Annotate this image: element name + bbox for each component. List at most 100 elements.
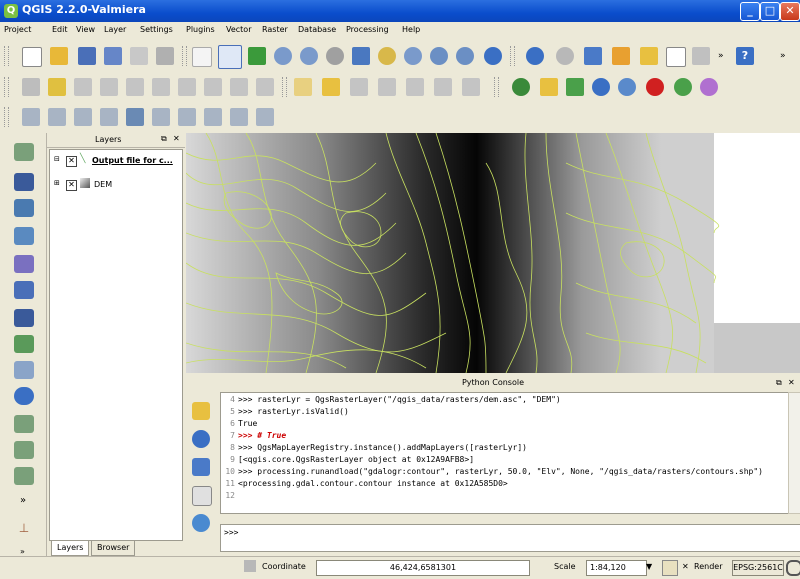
- copy-features-icon[interactable]: [230, 78, 248, 96]
- toolbar-overflow-icon-3[interactable]: »: [20, 495, 26, 506]
- refresh-icon[interactable]: [484, 47, 502, 65]
- raster-tool-8-icon[interactable]: [204, 108, 222, 126]
- zoom-in-icon[interactable]: [274, 47, 292, 65]
- add-wfs-layer-icon[interactable]: [14, 361, 34, 379]
- console-scrollbar[interactable]: [788, 392, 800, 514]
- plugin-tool-icon[interactable]: [540, 78, 558, 96]
- zoom-full-icon[interactable]: [352, 47, 370, 65]
- menu-project[interactable]: Project: [4, 25, 31, 34]
- settings-plugin-icon[interactable]: [674, 78, 692, 96]
- crs-status[interactable]: EPSG:2561C: [732, 560, 784, 576]
- map-canvas[interactable]: [186, 133, 800, 373]
- label-tool-icon[interactable]: [294, 78, 312, 96]
- minimize-button[interactable]: _: [740, 2, 760, 21]
- show-hide-labels-icon[interactable]: [378, 78, 396, 96]
- menu-raster[interactable]: Raster: [262, 25, 288, 34]
- current-edits-icon[interactable]: [22, 78, 40, 96]
- layer-visibility-checkbox[interactable]: ✕: [66, 156, 77, 167]
- expand-icon[interactable]: ⊟: [54, 155, 60, 163]
- menu-view[interactable]: View: [76, 25, 95, 34]
- toolbar-grip[interactable]: [510, 46, 515, 66]
- raster-tool-5-icon[interactable]: [126, 108, 144, 126]
- record-icon[interactable]: [646, 78, 664, 96]
- globe-plugin-icon[interactable]: [512, 78, 530, 96]
- grip-handle-icon[interactable]: ⊥: [14, 521, 34, 539]
- save-project-icon[interactable]: [78, 47, 96, 65]
- add-oracle-layer-icon[interactable]: [14, 281, 34, 299]
- float-panel-icon[interactable]: ⧉: [161, 134, 167, 144]
- deselect-features-icon[interactable]: [612, 47, 630, 65]
- close-button[interactable]: ✕: [780, 2, 800, 21]
- close-panel-icon[interactable]: ✕: [788, 376, 795, 390]
- attribute-table-icon[interactable]: [666, 47, 686, 67]
- add-spatialite-layer-icon[interactable]: [14, 227, 34, 245]
- field-calculator-icon[interactable]: [640, 47, 658, 65]
- menu-edit[interactable]: Edit: [52, 25, 68, 34]
- pin-labels-icon[interactable]: [350, 78, 368, 96]
- zoom-out-icon[interactable]: [300, 47, 318, 65]
- new-project-icon[interactable]: [22, 47, 42, 67]
- python-console-output[interactable]: 4 >>> rasterLyr = QgsRasterLayer("/qgis_d…: [220, 392, 790, 514]
- render-label[interactable]: Render: [694, 562, 722, 571]
- zoom-to-layer-icon[interactable]: [404, 47, 422, 65]
- delete-selected-icon[interactable]: [178, 78, 196, 96]
- menu-help[interactable]: Help: [402, 25, 420, 34]
- run-command-icon[interactable]: [192, 458, 210, 476]
- help-icon[interactable]: ?: [736, 47, 754, 65]
- layer-row[interactable]: ⊞ ✕ DEM: [54, 178, 182, 192]
- menu-settings[interactable]: Settings: [140, 25, 173, 34]
- paste-features-icon[interactable]: [256, 78, 274, 96]
- layer-name[interactable]: DEM: [94, 180, 112, 189]
- zoom-actual-size-icon[interactable]: [326, 47, 344, 65]
- move-label-icon[interactable]: [406, 78, 424, 96]
- menu-layer[interactable]: Layer: [104, 25, 126, 34]
- toolbar-overflow-icon[interactable]: »: [718, 51, 724, 61]
- layer-labeling-icon[interactable]: [322, 78, 340, 96]
- toolbar-grip[interactable]: [494, 77, 499, 97]
- measure-line-icon[interactable]: [692, 47, 710, 65]
- new-spatialite-icon[interactable]: [14, 441, 34, 459]
- render-checkbox-icon[interactable]: ✕: [682, 562, 689, 571]
- toolbar-grip[interactable]: [182, 46, 187, 66]
- scale-dropdown-icon[interactable]: ▼: [646, 562, 652, 571]
- toolbar-grip[interactable]: [282, 77, 287, 97]
- menu-vector[interactable]: Vector: [226, 25, 252, 34]
- rotate-label-icon[interactable]: [434, 78, 452, 96]
- console-settings-icon[interactable]: [192, 514, 210, 532]
- import-class-icon[interactable]: [192, 430, 210, 448]
- zoom-next-icon[interactable]: [456, 47, 474, 65]
- expand-icon[interactable]: ⊞: [54, 179, 60, 187]
- new-print-composer-icon[interactable]: [130, 47, 148, 65]
- menu-plugins[interactable]: Plugins: [186, 25, 215, 34]
- identify-features-icon[interactable]: [526, 47, 544, 65]
- raster-tool-9-icon[interactable]: [230, 108, 248, 126]
- tab-layers[interactable]: Layers: [51, 540, 90, 556]
- raster-tool-10-icon[interactable]: [256, 108, 274, 126]
- float-panel-icon[interactable]: ⧉: [776, 376, 782, 390]
- add-wcs-layer-icon[interactable]: [14, 335, 34, 353]
- pan-map-icon[interactable]: [218, 45, 242, 69]
- run-feature-action-icon[interactable]: [556, 47, 574, 65]
- show-editor-icon[interactable]: [192, 486, 212, 506]
- zoom-to-selection-icon[interactable]: [378, 47, 396, 65]
- open-project-icon[interactable]: [50, 47, 68, 65]
- layer-row[interactable]: ⊟ ✕ ╲ Output file for c...: [54, 154, 182, 168]
- raster-tool-2-icon[interactable]: [48, 108, 66, 126]
- add-postgis-layer-icon[interactable]: [14, 199, 34, 217]
- new-shapefile-icon[interactable]: [14, 415, 34, 433]
- toolbar-grip[interactable]: [4, 77, 9, 97]
- raster-tool-6-icon[interactable]: [152, 108, 170, 126]
- toolbar-grip[interactable]: [4, 107, 9, 127]
- move-feature-icon[interactable]: [126, 78, 144, 96]
- menu-database[interactable]: Database: [298, 25, 336, 34]
- toolbar-overflow-icon-2[interactable]: »: [780, 51, 786, 61]
- touch-zoom-icon[interactable]: [192, 47, 212, 67]
- add-wms-layer-icon[interactable]: [14, 309, 34, 327]
- add-feature-icon[interactable]: [100, 78, 118, 96]
- new-temporary-layer-icon[interactable]: [14, 467, 34, 485]
- add-delimited-text-icon[interactable]: [14, 387, 34, 405]
- add-mssql-layer-icon[interactable]: [14, 255, 34, 273]
- python-search-icon[interactable]: [618, 78, 636, 96]
- toolbar-grip[interactable]: [4, 46, 9, 66]
- coordinate-field[interactable]: 46,424,6581301: [316, 560, 530, 576]
